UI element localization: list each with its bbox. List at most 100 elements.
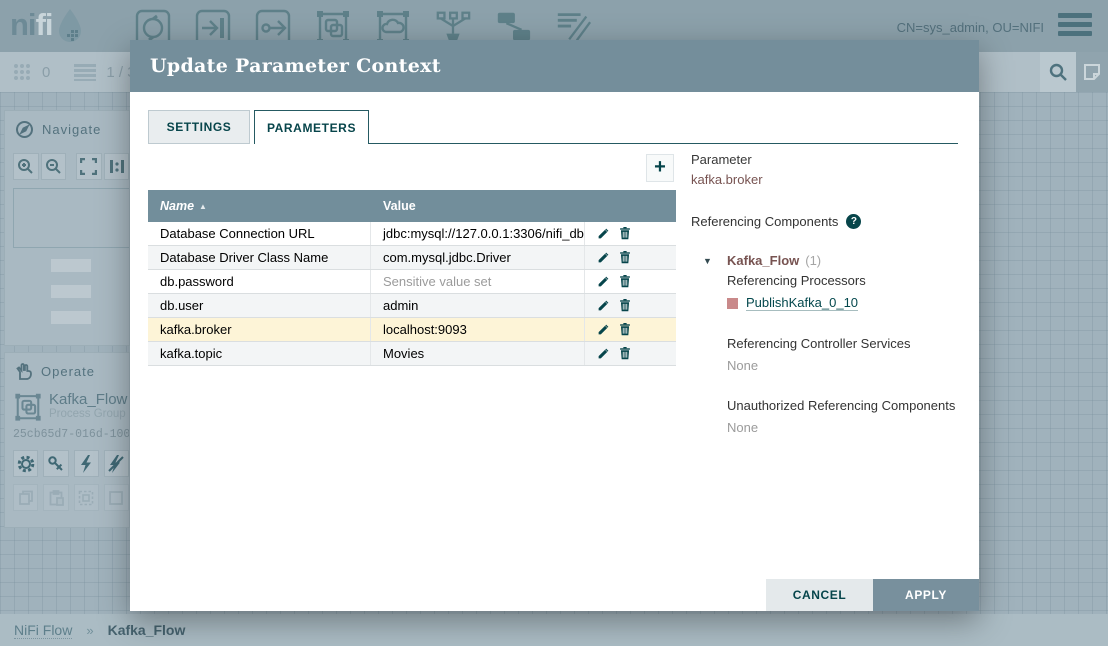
referencing-group-name: Kafka_Flow <box>727 253 799 268</box>
delete-icon[interactable] <box>619 251 631 264</box>
parameter-value-cell: admin <box>371 294 585 317</box>
edit-icon[interactable] <box>597 347 610 360</box>
navigate-panel: Navigate <box>4 110 130 346</box>
processor-state-bullet <box>727 298 738 309</box>
parameter-row[interactable]: Database Connection URL jdbc:mysql://127… <box>148 222 676 246</box>
tab-baseline <box>369 143 958 144</box>
edit-icon[interactable] <box>597 251 610 264</box>
navigate-panel-title: Navigate <box>42 122 101 137</box>
referencing-controller-services-label: Referencing Controller Services <box>727 336 961 351</box>
update-parameter-context-dialog: Update Parameter Context SETTINGS PARAME… <box>130 40 979 611</box>
configure-icon[interactable] <box>13 450 38 477</box>
parameter-name-cell: db.password <box>148 270 371 293</box>
parameters-table: Name ▲ Value Database Connection URL jdb… <box>148 190 676 366</box>
parameter-value-cell: Movies <box>371 342 585 365</box>
help-icon[interactable]: ? <box>846 214 861 229</box>
parameter-name-cell: kafka.topic <box>148 342 371 365</box>
column-header-value[interactable]: Value <box>371 199 585 213</box>
zoom-out-icon[interactable] <box>41 153 67 180</box>
cancel-button[interactable]: CANCEL <box>766 579 873 611</box>
tab-settings[interactable]: SETTINGS <box>148 110 250 144</box>
delete-icon[interactable] <box>619 323 631 336</box>
operate-component-name: Kafka_Flow <box>49 391 127 408</box>
parameter-value-cell: com.mysql.jdbc.Driver <box>371 246 585 269</box>
operate-panel: Operate Kafka_Flow Process Group 25cb65d… <box>4 352 130 528</box>
logo-text: nifi <box>10 7 53 43</box>
edit-icon[interactable] <box>597 275 610 288</box>
breadcrumb-separator: » <box>86 623 93 638</box>
dialog-header: Update Parameter Context <box>130 40 979 92</box>
delete-icon[interactable] <box>104 484 129 511</box>
column-header-name[interactable]: Name ▲ <box>148 199 371 213</box>
parameter-row[interactable]: Database Driver Class Name com.mysql.jdb… <box>148 246 676 270</box>
delete-icon[interactable] <box>619 299 631 312</box>
edit-icon[interactable] <box>597 227 610 240</box>
parameter-name-cell: Database Driver Class Name <box>148 246 371 269</box>
delete-icon[interactable] <box>619 275 631 288</box>
parameter-row[interactable]: db.user admin <box>148 294 676 318</box>
start-icon[interactable] <box>74 450 99 477</box>
delete-icon[interactable] <box>619 227 631 240</box>
delete-icon[interactable] <box>619 347 631 360</box>
parameter-label: Parameter <box>691 152 961 167</box>
global-menu-icon[interactable] <box>1058 13 1092 36</box>
referencing-group-count: (1) <box>805 253 821 268</box>
list-icon <box>74 63 96 81</box>
parameters-table-rows: Database Connection URL jdbc:mysql://127… <box>148 222 676 366</box>
operate-panel-title: Operate <box>41 364 95 379</box>
paste-icon[interactable] <box>43 484 68 511</box>
unauthorized-referencing-label: Unauthorized Referencing Components <box>727 398 961 413</box>
birdseye-component <box>51 311 91 324</box>
access-policies-icon[interactable] <box>43 450 68 477</box>
parameter-value-cell: jdbc:mysql://127.0.0.1:3306/nifi_db <box>371 222 585 245</box>
search-button[interactable] <box>1040 52 1076 92</box>
edit-icon[interactable] <box>597 323 610 336</box>
add-parameter-button[interactable]: + <box>646 154 674 182</box>
parameter-row[interactable]: db.password Sensitive value set <box>148 270 676 294</box>
parameter-name: kafka.broker <box>691 172 961 187</box>
sort-asc-icon: ▲ <box>199 202 207 211</box>
tab-parameters[interactable]: PARAMETERS <box>254 110 369 144</box>
operate-component-type: Process Group <box>49 408 127 420</box>
parameter-detail-panel: Parameter kafka.broker Referencing Compo… <box>691 152 961 435</box>
parameter-value-cell: Sensitive value set <box>371 270 585 293</box>
edit-icon[interactable] <box>597 299 610 312</box>
process-group-badge-icon <box>13 391 43 421</box>
actual-size-icon[interactable] <box>104 153 130 180</box>
parameter-row[interactable]: kafka.broker localhost:9093 <box>148 318 676 342</box>
stop-icon[interactable] <box>104 450 129 477</box>
caret-down-icon[interactable]: ▼ <box>703 256 712 266</box>
zoom-in-icon[interactable] <box>13 153 39 180</box>
status-count-grouped: 0 <box>42 64 50 81</box>
dialog-title: Update Parameter Context <box>150 55 441 77</box>
nifi-drop-icon <box>55 6 85 44</box>
hand-icon <box>15 362 33 381</box>
breadcrumb-nifi-flow[interactable]: NiFi Flow <box>14 622 72 639</box>
nifi-logo: nifi <box>10 6 85 44</box>
apply-button[interactable]: APPLY <box>873 579 979 611</box>
grid-dots-icon <box>12 62 32 82</box>
parameter-row[interactable]: kafka.topic Movies <box>148 342 676 366</box>
birdseye-component <box>51 285 91 298</box>
fit-icon[interactable] <box>76 153 102 180</box>
breadcrumb: NiFi Flow » Kafka_Flow <box>0 614 1108 646</box>
referencing-processor-link[interactable]: PublishKafka_0_10 <box>746 295 858 311</box>
referencing-processors-label: Referencing Processors <box>727 273 961 288</box>
search-icon <box>1048 62 1068 82</box>
birdseye-viewport[interactable] <box>13 188 130 248</box>
parameter-value-cell: localhost:9093 <box>371 318 585 341</box>
breadcrumb-current: Kafka_Flow <box>108 622 186 638</box>
parameters-table-header: Name ▲ Value <box>148 190 676 222</box>
group-icon[interactable] <box>74 484 99 511</box>
note-button[interactable] <box>1076 52 1108 92</box>
operate-component-id: 25cb65d7-016d-1000- <box>5 428 129 441</box>
unauthorized-referencing-value: None <box>727 420 961 435</box>
copy-icon[interactable] <box>13 484 38 511</box>
note-icon <box>1083 63 1101 81</box>
parameter-name-cell: kafka.broker <box>148 318 371 341</box>
parameter-name-cell: db.user <box>148 294 371 317</box>
referencing-controller-services-value: None <box>727 358 961 373</box>
parameter-name-cell: Database Connection URL <box>148 222 371 245</box>
birdseye-component <box>51 259 91 272</box>
compass-icon <box>15 120 34 139</box>
